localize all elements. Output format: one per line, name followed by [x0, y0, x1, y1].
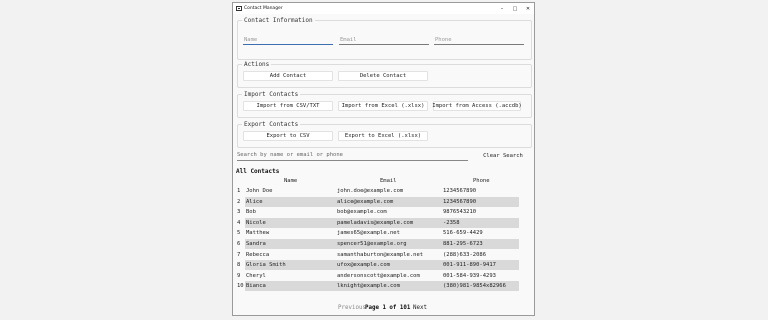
- cell-name: Alice: [246, 199, 263, 205]
- cell-phone: (380)981-9854x82966: [443, 283, 506, 289]
- name-input[interactable]: [243, 35, 333, 45]
- cell-name: Cheryl: [246, 273, 266, 279]
- row-number: 1: [237, 188, 241, 194]
- add-contact-button[interactable]: Add Contact: [243, 71, 333, 81]
- export-excel-button[interactable]: Export to Excel (.xlsx): [338, 131, 428, 141]
- table-row[interactable]: Cheryl andersonscott@example.com 001-584-9…: [245, 271, 519, 281]
- table-row[interactable]: Alice alice@example.com 1234567890: [245, 197, 519, 207]
- contact-information-legend: Contact Information: [242, 17, 315, 24]
- clear-search-button[interactable]: Clear Search: [475, 150, 531, 161]
- cell-name: Gloria Smith: [246, 262, 286, 268]
- cell-name: Bianca: [246, 283, 266, 289]
- row-number: 9: [237, 273, 241, 279]
- cell-email: ufox@example.com: [337, 262, 390, 268]
- cell-phone: 881-295-6723: [443, 241, 483, 247]
- import-csv-button[interactable]: Import from CSV/TXT: [243, 101, 333, 111]
- table-row[interactable]: Gloria Smith ufox@example.com 001-911-890-…: [245, 260, 519, 270]
- search-input[interactable]: [237, 150, 468, 161]
- phone-input[interactable]: [434, 35, 524, 45]
- cell-name: Rebecca: [246, 252, 270, 258]
- cell-name: John Doe: [246, 188, 273, 194]
- row-number: 4: [237, 220, 241, 226]
- column-header-phone[interactable]: Phone: [473, 178, 490, 184]
- cell-phone: 001-584-939-4293: [443, 273, 496, 279]
- app-window-icon: [236, 6, 242, 11]
- cell-email: andersonscott@example.com: [337, 273, 420, 279]
- row-number: 5: [237, 230, 241, 236]
- export-contacts-legend: Export Contacts: [242, 121, 301, 128]
- cell-name: Sandra: [246, 241, 266, 247]
- column-header-email[interactable]: Email: [380, 178, 397, 184]
- maximize-button[interactable]: □: [508, 3, 522, 14]
- row-number: 7: [237, 252, 241, 258]
- cell-phone: 001-911-890-9417: [443, 262, 496, 268]
- row-number: 3: [237, 209, 241, 215]
- row-number: 10: [237, 283, 244, 289]
- actions-legend: Actions: [242, 61, 272, 68]
- table-row[interactable]: Matthew james65@example.net 516-659-4429: [245, 228, 519, 238]
- all-contacts-title: All Contacts: [236, 168, 280, 175]
- table-row[interactable]: Sandra spencer51@example.org 881-295-6723: [245, 239, 519, 249]
- previous-page-link[interactable]: Previous: [338, 304, 366, 312]
- cell-name: Matthew: [246, 230, 270, 236]
- column-header-name[interactable]: Name: [284, 178, 297, 184]
- row-number: 8: [237, 262, 241, 268]
- page-indicator: Page 1 of 101: [365, 305, 411, 311]
- cell-phone: -2358: [443, 220, 460, 226]
- import-excel-button[interactable]: Import from Excel (.xlsx): [338, 101, 428, 111]
- cell-email: bob@example.com: [337, 209, 387, 215]
- export-csv-button[interactable]: Export to CSV: [243, 131, 333, 141]
- next-page-link[interactable]: Next: [413, 304, 427, 312]
- import-contacts-legend: Import Contacts: [242, 91, 301, 98]
- cell-name: Nicole: [246, 220, 266, 226]
- cell-phone: (288)633-2086: [443, 252, 487, 258]
- table-row[interactable]: Bob bob@example.com 9876543210: [245, 207, 519, 217]
- cell-email: alice@example.com: [337, 199, 394, 205]
- table-row[interactable]: Rebecca samanthaburton@example.net (288)63…: [245, 250, 519, 260]
- cell-email: pameladavis@example.com: [337, 220, 414, 226]
- title-bar: Contact Manager – □ ✕: [233, 3, 534, 14]
- cell-email: lknight@example.com: [337, 283, 400, 289]
- row-number: 2: [237, 199, 241, 205]
- cell-email: john.doe@example.com: [337, 188, 404, 194]
- delete-contact-button[interactable]: Delete Contact: [338, 71, 428, 81]
- email-input[interactable]: [339, 35, 429, 45]
- cell-phone: 516-659-4429: [443, 230, 483, 236]
- table-row[interactable]: John Doe john.doe@example.com 1234567890: [245, 186, 519, 196]
- table-row[interactable]: Bianca lknight@example.com (380)981-9854x8…: [245, 281, 519, 291]
- close-button[interactable]: ✕: [521, 3, 535, 14]
- cell-email: samanthaburton@example.net: [337, 252, 424, 258]
- cell-email: spencer51@example.org: [337, 241, 407, 247]
- window-title: Contact Manager: [244, 6, 283, 11]
- cell-phone: 1234567890: [443, 188, 477, 194]
- minimize-button[interactable]: –: [495, 3, 509, 14]
- row-number: 6: [237, 241, 241, 247]
- table-row[interactable]: Nicole pameladavis@example.com -2358: [245, 218, 519, 228]
- import-access-button[interactable]: Import from Access (.accdb): [432, 101, 522, 111]
- cell-phone: 9876543210: [443, 209, 477, 215]
- cell-name: Bob: [246, 209, 256, 215]
- cell-email: james65@example.net: [337, 230, 400, 236]
- cell-phone: 1234567890: [443, 199, 477, 205]
